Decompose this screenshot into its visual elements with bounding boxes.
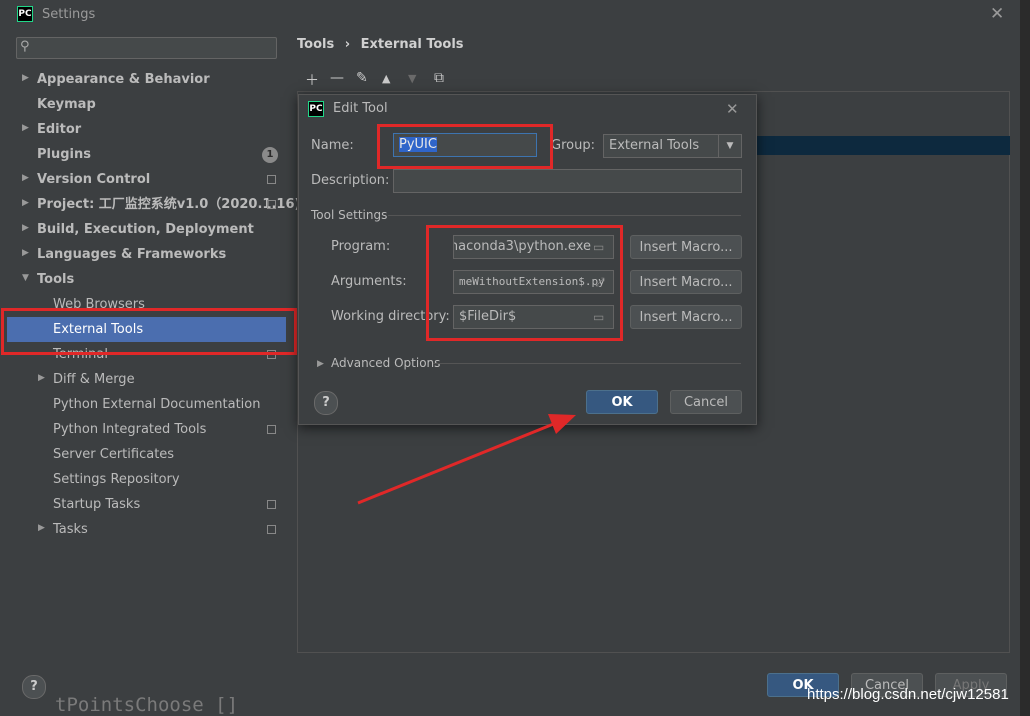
arrow-shaft	[357, 421, 557, 505]
arrow-head	[548, 414, 576, 434]
annotation-arrow	[357, 414, 576, 505]
